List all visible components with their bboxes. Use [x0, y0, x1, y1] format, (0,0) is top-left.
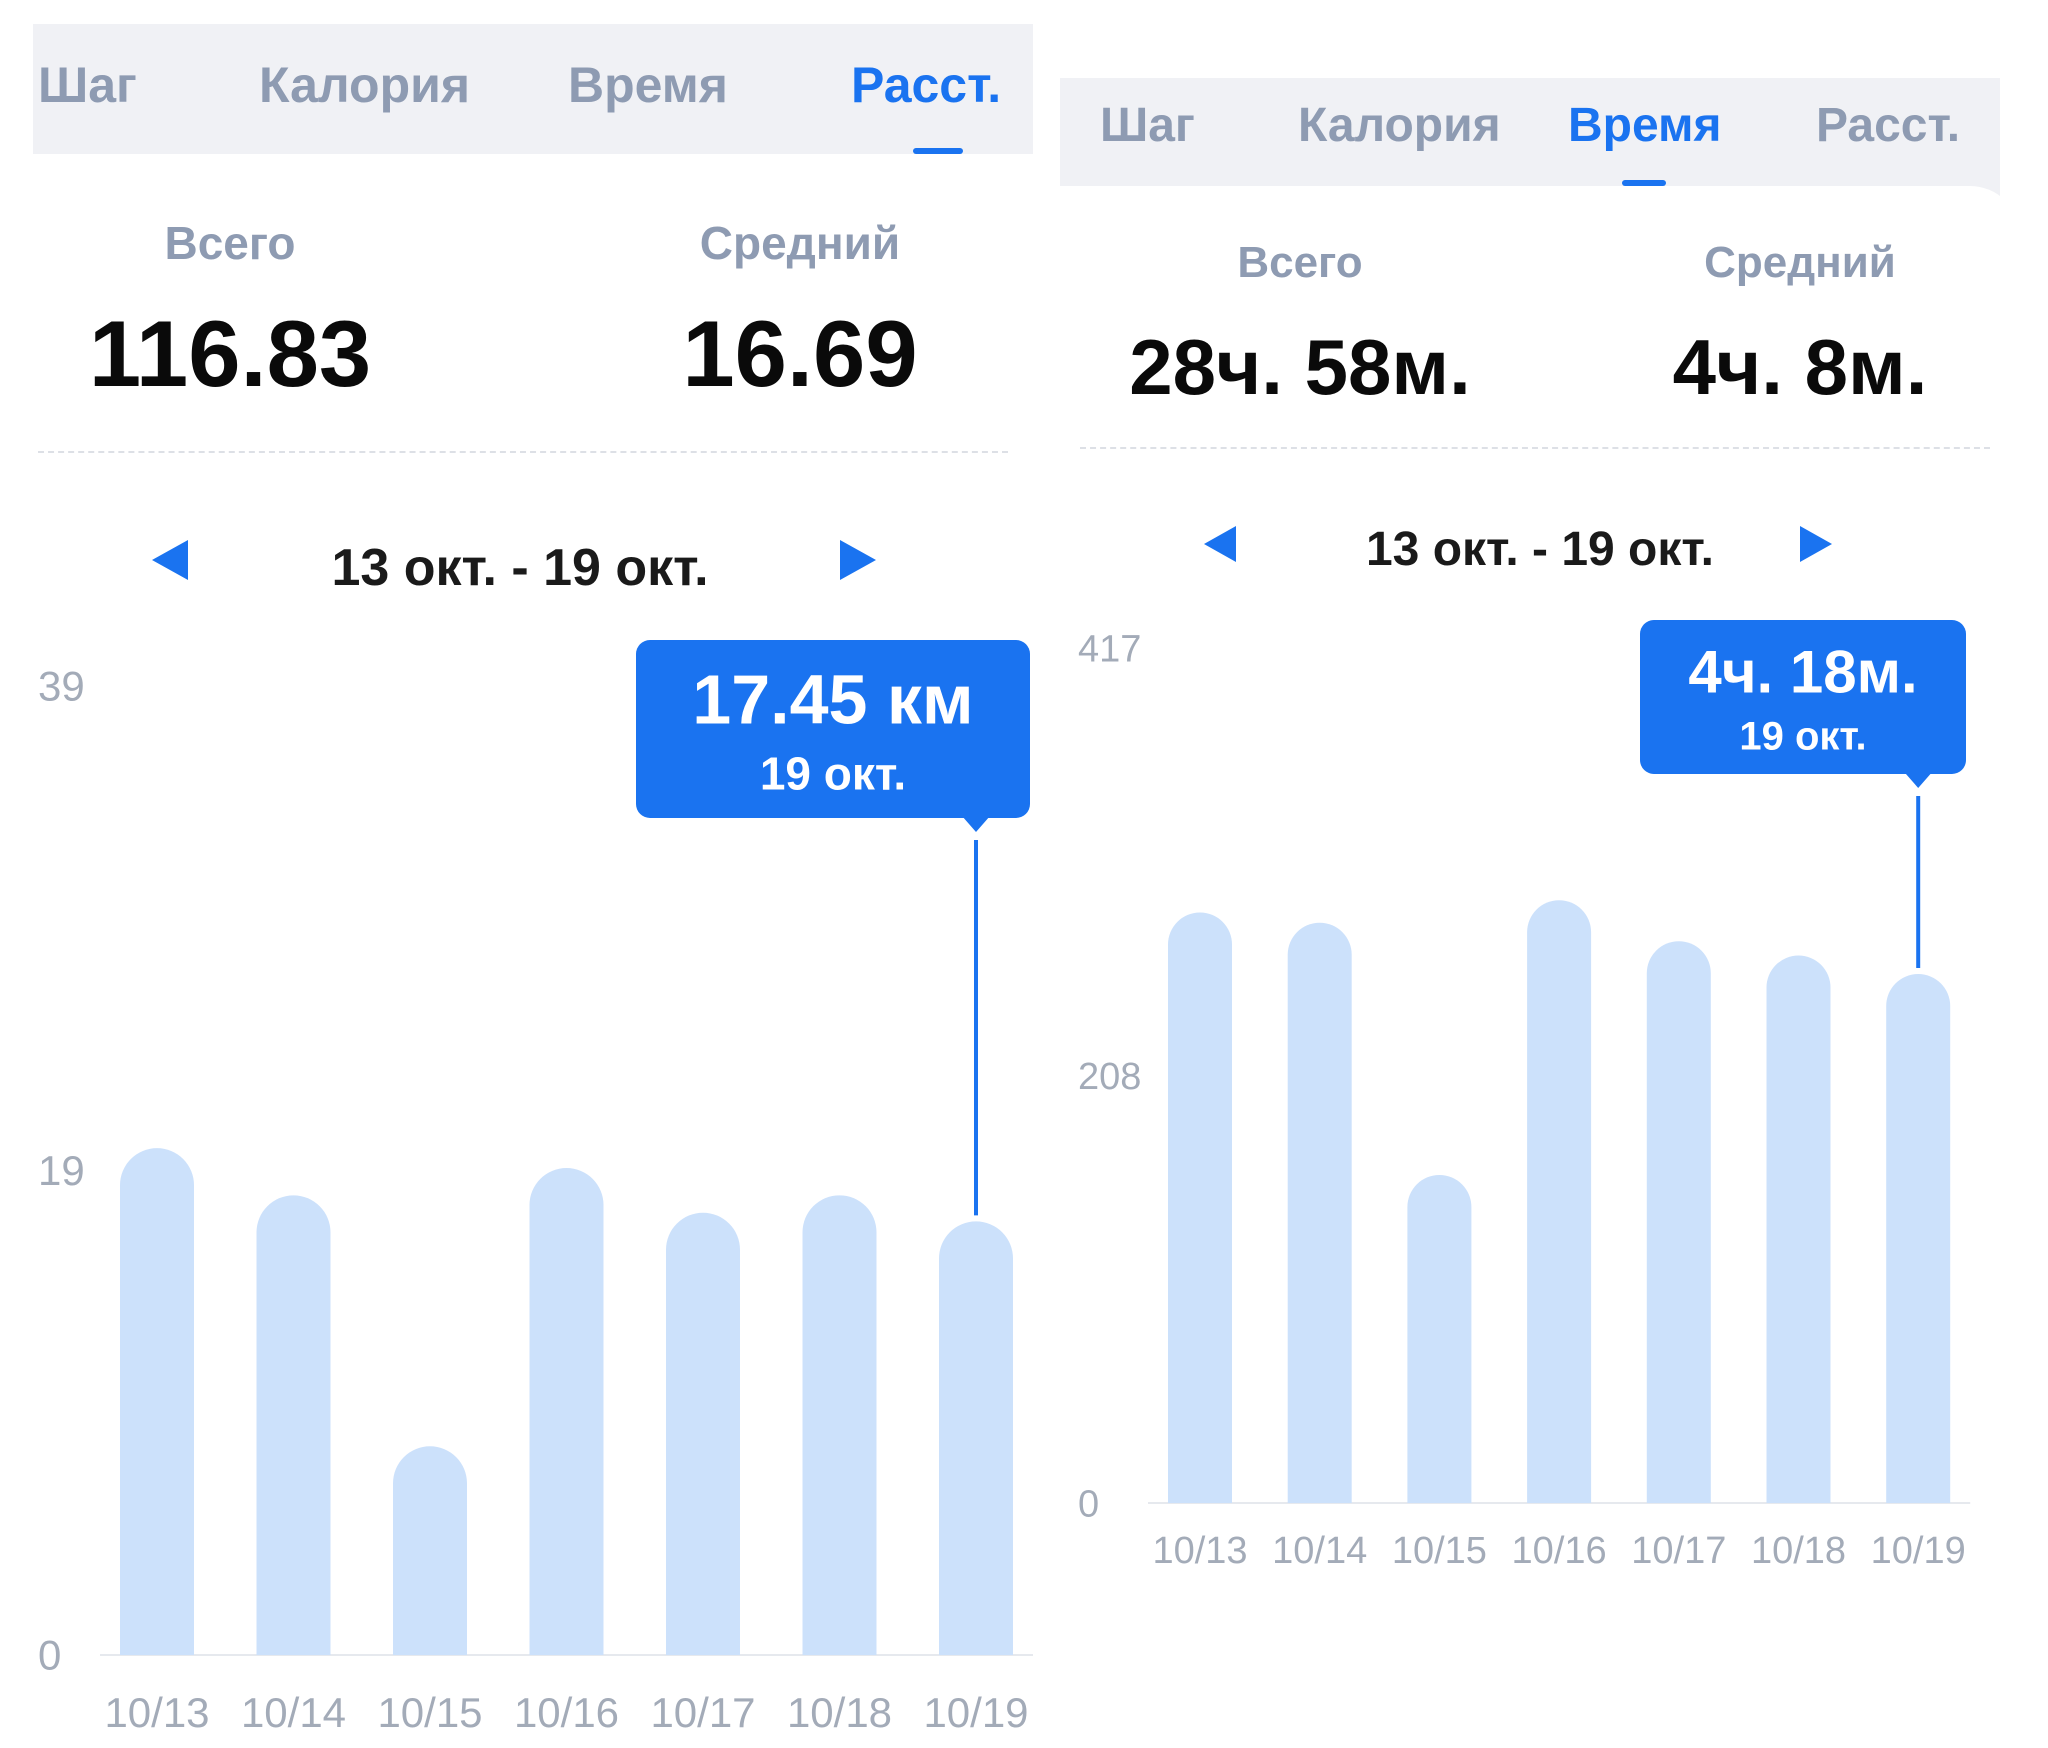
tab-active-indicator: [913, 148, 963, 154]
total-label: Всего: [164, 217, 296, 269]
y-tick-label: 19: [38, 1147, 85, 1194]
bar-10-13[interactable]: [120, 1148, 194, 1655]
tooltip-value: 17.45 км: [692, 661, 973, 739]
x-tick-label: 10/15: [1392, 1530, 1487, 1572]
bar-10-18[interactable]: [802, 1195, 877, 1655]
x-tick-label: 10/16: [514, 1689, 619, 1736]
time-bar-chart: 417 208 0 10/13 10/14 10/15 10/16 10/17 10/18 10/…: [1078, 620, 1971, 1572]
total-label: Всего: [1237, 238, 1363, 287]
bar-10-16[interactable]: [529, 1168, 604, 1655]
x-tick-label: 10/18: [1751, 1530, 1846, 1572]
triangle-left-icon: [1204, 526, 1236, 562]
average-value: 4ч. 8м.: [1672, 323, 1928, 411]
total-value: 28ч. 58м.: [1129, 323, 1471, 411]
bar-10-13[interactable]: [1168, 912, 1232, 1503]
tab-steps[interactable]: Шаг: [38, 56, 137, 114]
prev-week-button[interactable]: [1202, 524, 1238, 564]
y-tick-label: 208: [1078, 1056, 1141, 1098]
bar-10-14[interactable]: [1287, 922, 1352, 1503]
bar-10-15[interactable]: [1407, 1174, 1472, 1503]
tab-time[interactable]: Время: [568, 56, 728, 114]
tab-calories[interactable]: Калория: [1298, 98, 1501, 153]
divider: [1080, 447, 1990, 449]
bar-10-18[interactable]: [1766, 955, 1831, 1503]
left-panel: Шаг Калория Время Расст. Всего 116.83 Ср…: [0, 0, 1040, 1748]
average-label: Средний: [1704, 238, 1896, 287]
x-tick-label: 10/14: [241, 1689, 346, 1736]
prev-week-button[interactable]: [150, 538, 190, 582]
x-tick-label: 10/19: [923, 1689, 1028, 1736]
tooltip-date: 19 окт.: [1739, 714, 1866, 758]
y-tick-label: 0: [1078, 1483, 1099, 1525]
tab-calories[interactable]: Калория: [259, 56, 470, 114]
bar-10-19[interactable]: [1886, 974, 1951, 1503]
y-tick-label: 39: [38, 663, 85, 710]
bar-10-17[interactable]: [666, 1212, 740, 1655]
x-tick-label: 10/13: [104, 1689, 209, 1736]
triangle-right-icon: [1800, 526, 1832, 562]
right-panel: Шаг Калория Время Расст. Всего 28ч. 58м.…: [1060, 0, 2048, 1748]
tooltip-arrow: [962, 816, 990, 832]
tooltip-value: 4ч. 18м.: [1688, 638, 1917, 705]
triangle-left-icon: [152, 540, 188, 580]
x-tick-label: 10/15: [377, 1689, 482, 1736]
bar-10-14[interactable]: [256, 1195, 331, 1655]
average-value: 16.69: [682, 301, 918, 406]
tab-steps[interactable]: Шаг: [1100, 98, 1195, 153]
x-tick-label: 10/14: [1272, 1530, 1367, 1572]
divider: [38, 451, 1008, 453]
tooltip-arrow: [1904, 772, 1933, 788]
x-tick-label: 10/17: [650, 1689, 755, 1736]
tab-bar: Шаг Калория Время Расст.: [33, 24, 1033, 154]
tab-bar: Шаг Калория Время Расст.: [1060, 78, 2000, 186]
average-label: Средний: [699, 217, 901, 269]
triangle-right-icon: [840, 540, 876, 580]
y-tick-label: 0: [38, 1632, 61, 1679]
date-range: 13 окт. - 19 окт.: [331, 539, 709, 597]
bar-10-17[interactable]: [1646, 941, 1711, 1503]
x-tick-label: 10/17: [1631, 1530, 1726, 1572]
distance-bar-chart: 39 19 0 10/13 10/14 10/15 10/16 10/17 10/18 10/19…: [38, 640, 1033, 1736]
bar-10-15[interactable]: [393, 1446, 467, 1655]
date-range: 13 окт. - 19 окт.: [1365, 523, 1715, 576]
next-week-button[interactable]: [838, 538, 878, 582]
x-tick-label: 10/18: [787, 1689, 892, 1736]
next-week-button[interactable]: [1798, 524, 1834, 564]
tab-distance[interactable]: Расст.: [1816, 98, 1960, 153]
x-tick-label: 10/13: [1152, 1530, 1247, 1572]
x-tick-label: 10/19: [1871, 1530, 1966, 1572]
tooltip-date: 19 окт.: [760, 748, 906, 800]
bar-10-19[interactable]: [939, 1221, 1013, 1655]
total-value: 116.83: [88, 301, 372, 406]
tab-time[interactable]: Время: [1568, 98, 1722, 153]
x-tick-label: 10/16: [1512, 1530, 1607, 1572]
y-tick-label: 417: [1078, 628, 1141, 670]
bar-10-16[interactable]: [1527, 900, 1592, 1503]
tab-distance[interactable]: Расст.: [851, 56, 1001, 114]
